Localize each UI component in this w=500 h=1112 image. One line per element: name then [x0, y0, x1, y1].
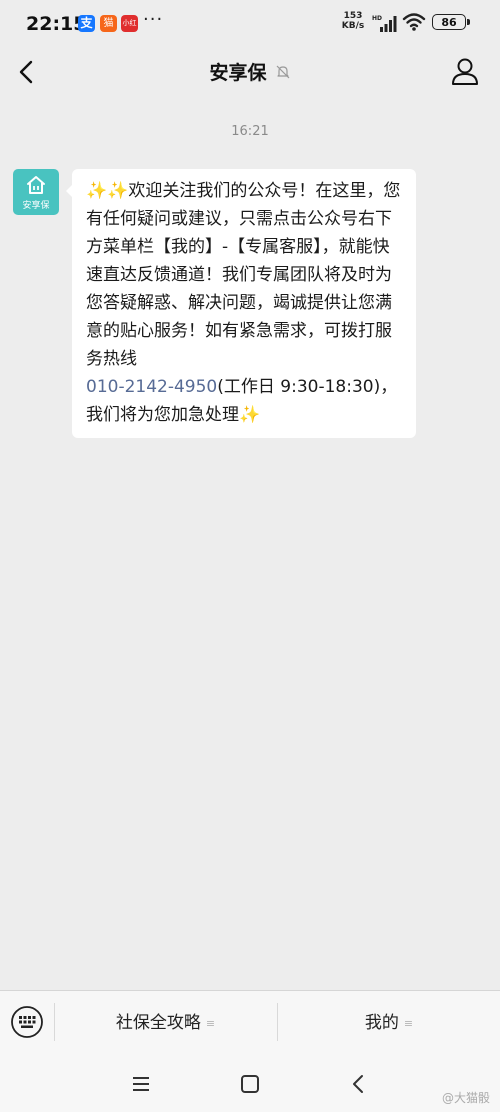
wifi-icon — [402, 13, 426, 31]
alipay-notification-icon: 支 — [78, 15, 95, 32]
watermark: @大猫骰 — [441, 1091, 490, 1105]
menu-item-label: 社保全攻略 — [115, 1013, 201, 1033]
sparkle-emoji: ✨ — [239, 405, 261, 425]
bell-off-icon — [276, 65, 289, 78]
home-icon[interactable] — [238, 1072, 262, 1096]
network-speed: 153 KB/s — [341, 11, 365, 31]
back-icon[interactable] — [347, 1072, 371, 1096]
message-bubble[interactable]: ✨✨欢迎关注我们的公众号！在这里，您有任何疑问或建议，只需点击公众号右下方菜单栏… — [66, 169, 416, 438]
avatar-label: 安享保 — [22, 201, 50, 211]
message-timestamp: 16:21 — [231, 124, 269, 139]
official-account-avatar[interactable]: 安享保 — [13, 169, 59, 215]
menu-item-label: 我的 — [364, 1013, 399, 1033]
nav-bar: 安享保 — [0, 48, 500, 96]
status-bar: 22:15 支 猫 小红 ··· 153 KB/s HD 86 — [0, 0, 500, 48]
system-navigation-bar: @大猫骰 — [0, 1054, 500, 1112]
keyboard-toggle-button[interactable] — [10, 1005, 44, 1039]
more-notifications-icon: ··· — [143, 9, 164, 30]
hotline-phone-link[interactable]: 010-2142-4950 — [86, 377, 217, 397]
battery-indicator: 86 — [432, 14, 470, 30]
svg-text:HD: HD — [372, 15, 382, 22]
nav-title-wrap: 安享保 — [0, 58, 500, 85]
cellular-signal-icon: HD — [372, 15, 397, 32]
sparkles-emoji: ✨✨ — [86, 181, 129, 201]
bottom-menu: 社保全攻略 ≡ 我的 ≡ — [0, 990, 500, 1055]
app-notification-icon: 小红 — [121, 15, 138, 32]
house-icon — [27, 176, 45, 194]
profile-button[interactable] — [448, 54, 482, 88]
page-title: 安享保 — [209, 62, 267, 84]
menu-item-mine[interactable]: 我的 ≡ — [278, 991, 500, 1055]
menu-lines-icon: ≡ — [205, 1017, 216, 1030]
menu-lines-icon: ≡ — [403, 1017, 414, 1030]
menu-item-social-security-guide[interactable]: 社保全攻略 ≡ — [55, 991, 276, 1055]
tmall-notification-icon: 猫 — [100, 15, 117, 32]
menu-icon[interactable] — [129, 1072, 153, 1096]
message-text: 欢迎关注我们的公众号！在这里，您有任何疑问或建议，只需点击公众号右下方菜单栏【我… — [86, 181, 401, 369]
